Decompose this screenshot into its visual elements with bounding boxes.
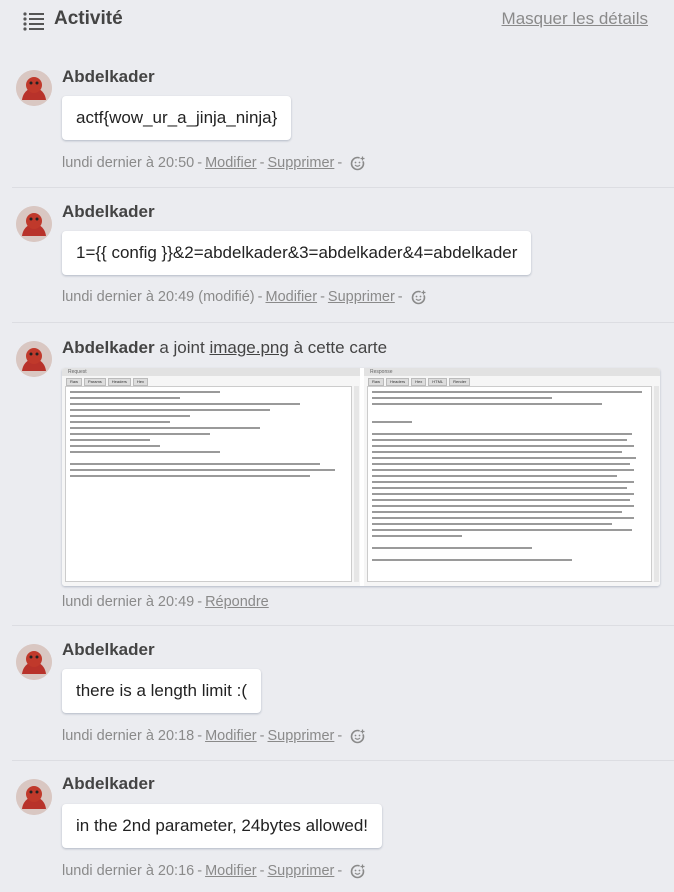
request-tab: Hex [132, 378, 149, 386]
comment-author[interactable]: Abdelkader [62, 338, 155, 357]
add-reaction-icon[interactable] [411, 289, 427, 305]
response-tab: Hex [411, 378, 427, 386]
request-tab: Headers [107, 378, 131, 386]
response-tab: Headers [386, 378, 410, 386]
response-body [367, 386, 652, 582]
response-tab: Raw [368, 378, 385, 386]
comment-timestamp[interactable]: lundi dernier à 20:16 [62, 863, 194, 879]
request-scrollbar[interactable] [354, 386, 359, 582]
comment-timestamp[interactable]: lundi dernier à 20:18 [62, 728, 194, 744]
response-tab: Render [449, 378, 471, 386]
add-reaction-icon[interactable] [350, 155, 366, 171]
meta-separator: - [197, 155, 203, 171]
delete-comment-link[interactable]: Supprimer [267, 728, 334, 744]
activity-list-icon [23, 12, 44, 31]
comment-meta: lundi dernier à 20:50 - Modifier - Suppr… [62, 155, 366, 171]
edit-comment-link[interactable]: Modifier [205, 863, 257, 879]
add-reaction-icon[interactable] [350, 728, 366, 744]
delete-comment-link[interactable]: Supprimer [328, 289, 395, 305]
request-tabs: Raw Params Headers Hex [66, 378, 149, 386]
comment-text: there is a length limit :( [62, 669, 262, 713]
response-tabs: Raw Headers Hex HTML Render [368, 378, 471, 386]
meta-separator: - [197, 863, 203, 879]
request-pane: Request Raw Params Headers Hex [62, 368, 360, 586]
response-pane: Response Raw Headers Hex HTML Render [364, 368, 660, 586]
add-reaction-icon[interactable] [350, 863, 366, 879]
hide-details-link[interactable]: Masquer les détails [502, 9, 648, 29]
avatar[interactable] [16, 70, 52, 106]
meta-separator: - [397, 289, 403, 305]
request-tab: Params [84, 378, 106, 386]
attachment-image-preview[interactable]: Request Raw Params Headers Hex Response … [62, 368, 660, 586]
attachment-action-prefix: a joint [159, 338, 205, 357]
meta-separator: - [337, 728, 343, 744]
activity-title: Activité [54, 8, 123, 29]
meta-separator: - [337, 155, 343, 171]
request-body [65, 386, 352, 582]
divider [12, 625, 674, 626]
meta-separator: - [257, 289, 263, 305]
meta-separator: - [320, 289, 325, 305]
meta-separator: - [197, 728, 203, 744]
comment-timestamp[interactable]: lundi dernier à 20:50 [62, 155, 194, 171]
comment-text: actf{wow_ur_a_jinja_ninja} [62, 96, 292, 140]
edit-comment-link[interactable]: Modifier [205, 155, 257, 171]
activity-header: Activité Masquer les détails [0, 0, 674, 44]
comment-text: 1={{ config }}&2=abdelkader&3=abdelkader… [62, 231, 532, 275]
response-tab: HTML [428, 378, 448, 386]
comment-author[interactable]: Abdelkader [62, 640, 155, 660]
edit-comment-link[interactable]: Modifier [205, 728, 257, 744]
comment-meta: lundi dernier à 20:49 (modifié) - Modifi… [62, 289, 427, 305]
comment-meta: lundi dernier à 20:16 - Modifier - Suppr… [62, 863, 366, 879]
comment-text: in the 2nd parameter, 24bytes allowed! [62, 804, 383, 848]
avatar[interactable] [16, 341, 52, 377]
meta-separator: - [197, 594, 203, 610]
request-tab: Raw [66, 378, 83, 386]
divider [12, 322, 674, 323]
delete-comment-link[interactable]: Supprimer [267, 155, 334, 171]
comment-author[interactable]: Abdelkader [62, 202, 155, 222]
reply-link[interactable]: Répondre [205, 594, 269, 610]
attachment-timestamp[interactable]: lundi dernier à 20:49 [62, 594, 194, 610]
divider [12, 760, 674, 761]
delete-comment-link[interactable]: Supprimer [267, 863, 334, 879]
comment-timestamp[interactable]: lundi dernier à 20:49 (modifié) [62, 289, 255, 305]
meta-separator: - [259, 155, 265, 171]
avatar[interactable] [16, 206, 52, 242]
meta-separator: - [259, 728, 265, 744]
comment-author[interactable]: Abdelkader [62, 67, 155, 87]
avatar[interactable] [16, 779, 52, 815]
edit-comment-link[interactable]: Modifier [265, 289, 317, 305]
avatar[interactable] [16, 644, 52, 680]
attachment-action-suffix: à cette carte [293, 338, 388, 357]
meta-separator: - [259, 863, 265, 879]
attachment-author-line: Abdelkader a joint image.png à cette car… [62, 338, 387, 358]
request-pane-title: Request [62, 368, 360, 376]
divider [12, 187, 674, 188]
comment-author[interactable]: Abdelkader [62, 774, 155, 794]
response-pane-title: Response [364, 368, 660, 376]
attachment-file-link[interactable]: image.png [209, 338, 288, 357]
meta-separator: - [337, 863, 343, 879]
attachment-meta: lundi dernier à 20:49 - Répondre [62, 594, 269, 610]
response-scrollbar[interactable] [654, 386, 659, 582]
comment-meta: lundi dernier à 20:18 - Modifier - Suppr… [62, 728, 366, 744]
